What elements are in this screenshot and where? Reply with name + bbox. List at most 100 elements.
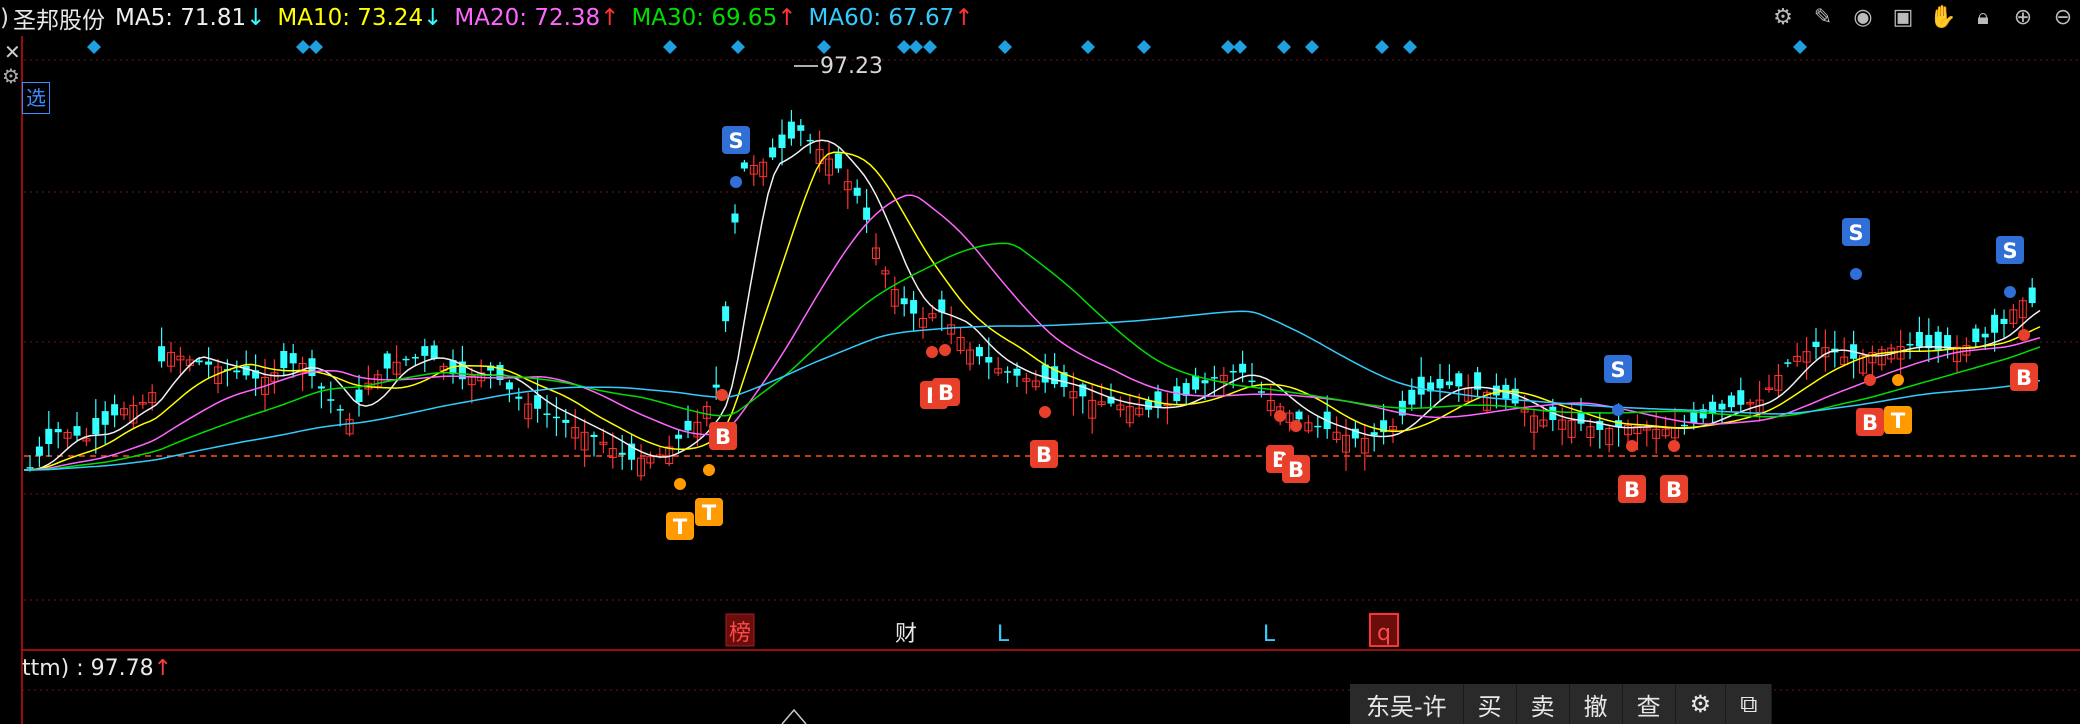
candle-body — [101, 411, 109, 425]
svg-text:B: B — [938, 381, 954, 405]
candle-body — [233, 370, 241, 373]
zoom-in-icon[interactable]: ⊕ — [2010, 4, 2036, 30]
moving-average-lines — [23, 139, 2041, 471]
candle-body — [1239, 363, 1247, 373]
event-marker-q[interactable]: q — [1369, 613, 1399, 647]
svg-text:L: L — [1263, 622, 1276, 647]
candle-body — [806, 139, 814, 142]
svg-text:榜: 榜 — [729, 621, 751, 646]
candle-body — [618, 452, 626, 455]
svg-text:S: S — [1610, 358, 1625, 382]
candle-body — [35, 446, 43, 456]
candle-body — [543, 413, 551, 415]
candle-body — [834, 153, 842, 169]
indicator-header: ) 圣邦股份 MA5: 71.81↓ MA10: 73.24↓ MA20: 72… — [0, 0, 986, 36]
candle-body — [787, 121, 795, 139]
lock-icon[interactable]: 🔒︎ — [1970, 4, 1996, 30]
diamond-marker — [309, 40, 323, 54]
query-button[interactable]: 查 — [1623, 684, 1676, 724]
ma20-readout: MA20: 72.38↑ — [454, 5, 620, 31]
svg-text:T: T — [673, 515, 688, 539]
event-marker-l1[interactable]: L — [997, 622, 1010, 647]
high-annotation: 97.23 — [794, 54, 883, 79]
diamond-marker — [923, 40, 937, 54]
candle-body — [54, 429, 62, 433]
signal-dot — [716, 389, 728, 401]
diamond-marker — [1137, 40, 1151, 54]
candle-body — [675, 434, 683, 439]
t-signal-badge: T — [666, 512, 694, 540]
eye-icon[interactable]: ◉ — [1850, 4, 1876, 30]
candle-body — [1257, 391, 1265, 393]
sell-button[interactable]: 卖 — [1517, 684, 1570, 724]
popout-window-icon[interactable]: ⧉ — [1726, 684, 1773, 724]
sell-signal-badge: S — [1996, 236, 2024, 264]
candlestick-chart[interactable]: BBBBBBBBBBSSSSTTT 97.23 榜 财 L L q — [0, 0, 2080, 724]
candle-body — [900, 298, 908, 305]
signal-dot — [730, 176, 742, 188]
candle-body — [1210, 377, 1218, 379]
signal-dot — [1668, 440, 1680, 452]
signal-dot — [939, 344, 951, 356]
buy-signal-badge: B — [1856, 408, 1884, 436]
candle-body — [1013, 368, 1021, 376]
cancel-order-button[interactable]: 撤 — [1570, 684, 1623, 724]
candle-body — [1445, 381, 1453, 386]
signal-dot — [1290, 420, 1302, 432]
select-button[interactable]: 选 — [22, 82, 50, 114]
candles-layer — [26, 109, 2036, 481]
candle-body — [1812, 341, 1820, 347]
ma10-readout: MA10: 73.24↓ — [277, 5, 443, 31]
diamond-marker — [1793, 40, 1807, 54]
buy-signal-badge: B — [709, 422, 737, 450]
candle-body — [769, 147, 777, 158]
trade-settings-icon[interactable]: ⚙ — [1676, 684, 1727, 724]
candle-body — [1370, 432, 1378, 436]
candle-body — [421, 346, 429, 356]
pen-icon[interactable]: ✎ — [1810, 4, 1836, 30]
gear-icon[interactable]: ⚙ — [2, 64, 20, 88]
settings-icon[interactable]: ⚙ — [1770, 4, 1796, 30]
cursor-triangle-icon — [781, 708, 807, 724]
buy-signal-badge: B — [1660, 475, 1688, 503]
event-marker-l2[interactable]: L — [1263, 622, 1276, 647]
candle-body — [355, 389, 363, 402]
stock-name[interactable]: 圣邦股份 — [13, 1, 105, 35]
svg-text:T: T — [702, 501, 717, 525]
candle-body — [336, 409, 344, 411]
briefcase-icon[interactable]: ▣ — [1890, 4, 1916, 30]
candle-body — [1295, 411, 1303, 420]
candle-body — [863, 207, 871, 220]
buy-signal-badge: B — [1618, 475, 1646, 503]
event-marker-cai[interactable]: 财 — [895, 622, 917, 647]
hand-icon[interactable]: ✋ — [1929, 4, 1956, 30]
diamond-marker — [1221, 40, 1235, 54]
candle-body — [1680, 424, 1688, 427]
signal-dot — [1612, 404, 1624, 416]
svg-text:S: S — [2002, 239, 2017, 263]
candle-body — [1991, 314, 1999, 333]
svg-text:97.23: 97.23 — [820, 54, 883, 79]
signal-dot — [1892, 374, 1904, 386]
candle-body — [1436, 378, 1444, 389]
signal-dot — [1864, 374, 1876, 386]
buy-signal-badge: B — [2010, 363, 2038, 391]
candle-body — [515, 396, 523, 399]
signal-dot — [926, 346, 938, 358]
close-icon[interactable]: ✕ — [4, 40, 21, 64]
candle-body — [26, 467, 34, 469]
candle-body — [1455, 373, 1463, 387]
diamond-marker — [1277, 40, 1291, 54]
candle-body — [1408, 389, 1416, 405]
candle-body — [73, 426, 81, 436]
candle-body — [562, 419, 570, 423]
broker-account-button[interactable]: 东吴-许 — [1350, 684, 1464, 724]
diamond-marker — [897, 40, 911, 54]
svg-text:S: S — [728, 129, 743, 153]
buy-button[interactable]: 买 — [1464, 684, 1517, 724]
zoom-out-icon[interactable]: ⊖ — [2050, 4, 2076, 30]
svg-text:B: B — [715, 425, 731, 449]
candle-body — [1248, 380, 1256, 383]
diamond-marker — [731, 40, 745, 54]
event-marker-bang[interactable]: 榜 — [725, 613, 755, 647]
